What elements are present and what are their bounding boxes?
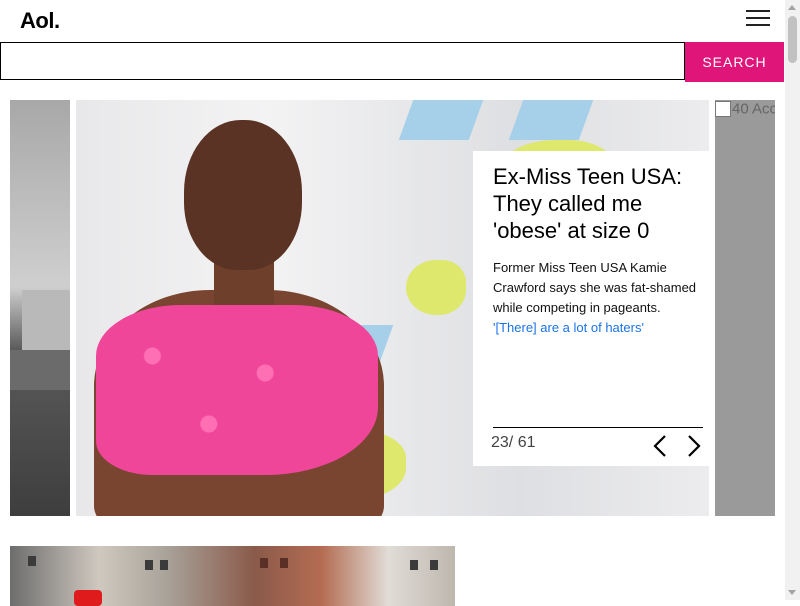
hamburger-menu-icon[interactable] [746, 9, 770, 27]
previous-slide-image[interactable] [10, 100, 70, 516]
broken-image-icon [715, 100, 731, 117]
slide-counter: 23/ 61 [491, 434, 536, 451]
slide-quote-link[interactable]: '[There] are a lot of haters' [493, 318, 703, 338]
search-button[interactable]: SEARCH [685, 42, 784, 82]
caption-divider [493, 427, 703, 428]
scrollbar-thumb[interactable] [788, 16, 797, 63]
next-slide-image[interactable] [715, 100, 775, 516]
next-slide-alt-text: 40 Acc [715, 100, 775, 120]
chevron-right-icon[interactable] [683, 433, 705, 459]
article-card-image[interactable] [10, 546, 455, 606]
scroll-down-icon[interactable] [788, 590, 796, 595]
aol-logo[interactable]: Aol. [20, 8, 60, 34]
scroll-up-icon[interactable] [788, 5, 796, 10]
chevron-left-icon[interactable] [649, 433, 671, 459]
slide-description: Former Miss Teen USA Kamie Crawford says… [493, 260, 697, 315]
slide-caption-card: Ex-Miss Teen USA: They called me 'obese'… [473, 151, 711, 466]
search-input[interactable] [0, 42, 685, 80]
page-scrollbar[interactable] [785, 0, 800, 600]
slide-title: Ex-Miss Teen USA: They called me 'obese'… [493, 164, 683, 243]
